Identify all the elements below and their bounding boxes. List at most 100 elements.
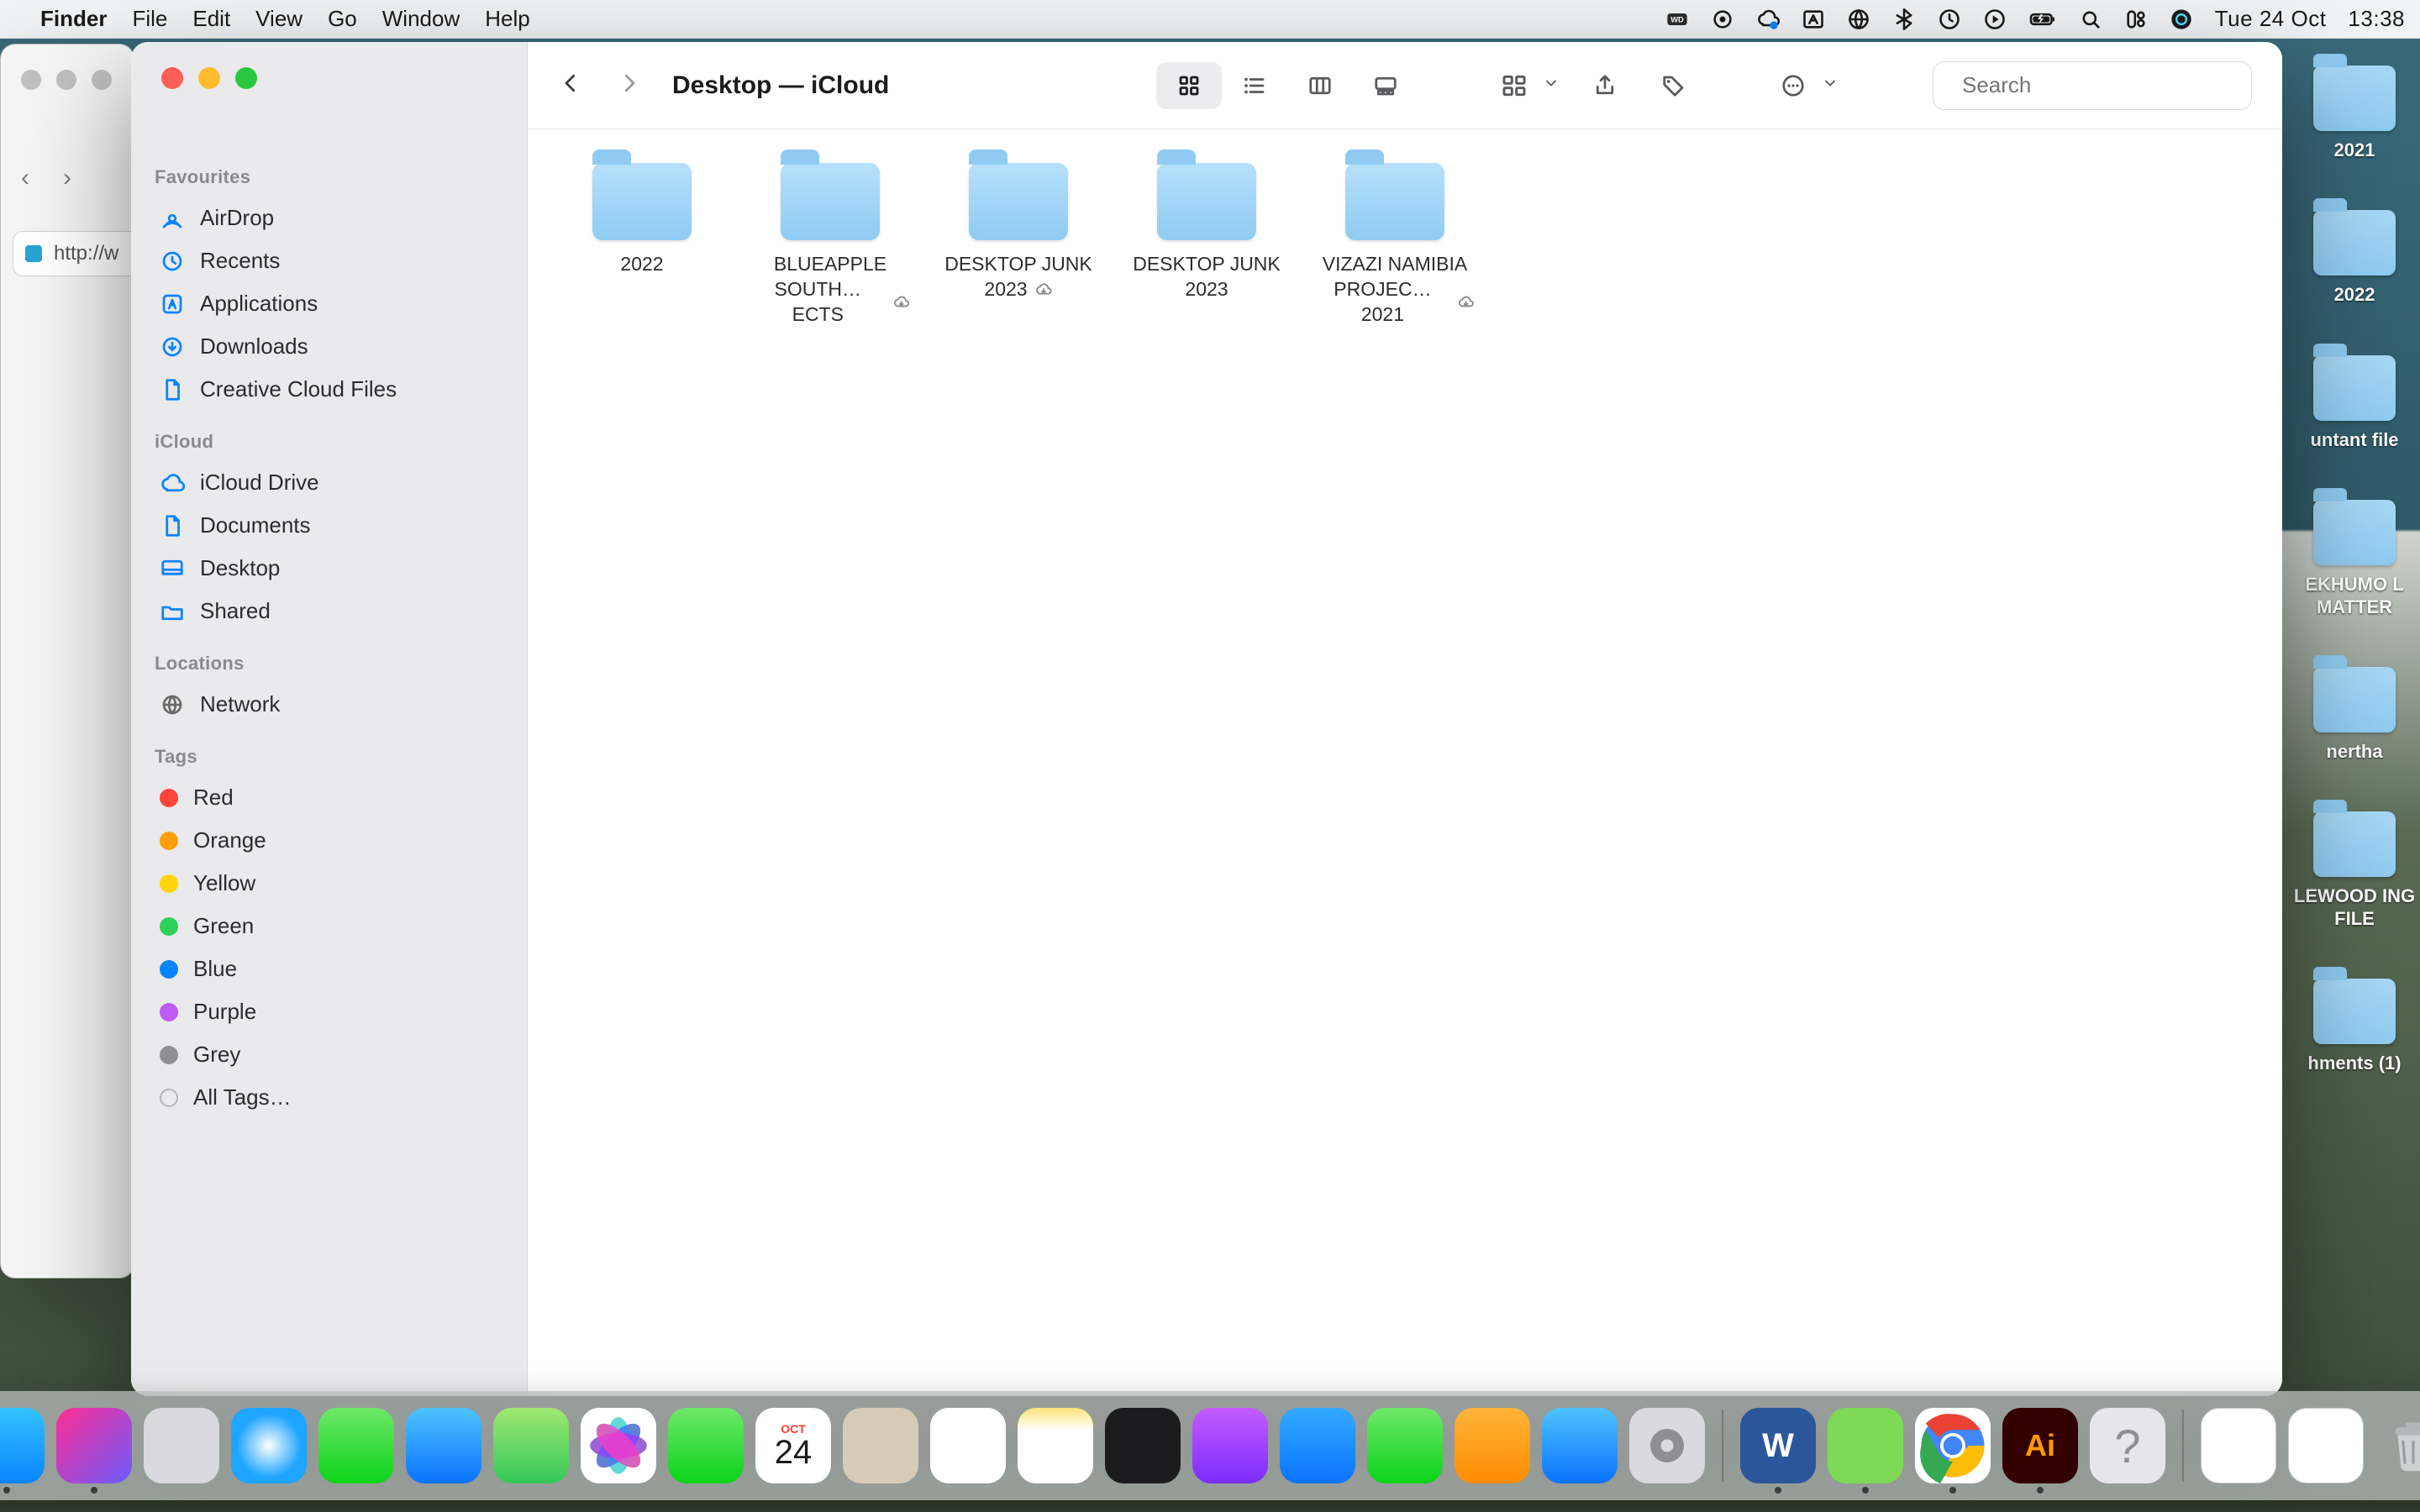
dock-trash[interactable] (2375, 1408, 2420, 1483)
text-input-icon[interactable] (1802, 8, 1825, 31)
search-field[interactable] (1933, 61, 2252, 110)
dock-app-podcasts[interactable] (1192, 1408, 1268, 1483)
sidebar-item-downloads[interactable]: Downloads (151, 325, 507, 368)
dock-app-utorrent[interactable] (1828, 1408, 1903, 1483)
dock-app-chrome[interactable] (1915, 1408, 1991, 1483)
folder-item[interactable]: 2022 (558, 163, 726, 328)
view-columns-button[interactable] (1287, 62, 1353, 109)
forward-button[interactable] (617, 71, 642, 100)
menubar-app-name[interactable]: Finder (40, 6, 107, 32)
dock-app-settings[interactable] (1629, 1408, 1705, 1483)
sidebar-tag-yellow[interactable]: Yellow (151, 862, 507, 905)
sidebar-tag-orange[interactable]: Orange (151, 819, 507, 862)
battery-icon[interactable] (2028, 8, 2057, 31)
timemachine-icon[interactable] (1938, 8, 1961, 31)
bg-browser-nav[interactable]: ‹› (21, 164, 71, 192)
sidebar-tag-blue[interactable]: Blue (151, 948, 507, 990)
record-icon[interactable] (1711, 8, 1734, 31)
sidebar-item-creative-cloud[interactable]: Creative Cloud Files (151, 368, 507, 411)
dock-app-messages[interactable] (318, 1408, 394, 1483)
sidebar-item-applications[interactable]: Applications (151, 282, 507, 325)
play-circle-icon[interactable] (1983, 8, 2007, 31)
sidebar-tag-purple[interactable]: Purple (151, 990, 507, 1033)
desktop-folder[interactable]: nertha (2291, 667, 2417, 763)
sidebar-tag-red[interactable]: Red (151, 776, 507, 819)
dock-app-keynote[interactable] (1280, 1408, 1355, 1483)
folder-item[interactable]: VIZAZI NAMIBIA PROJEC…2021 (1311, 163, 1479, 328)
sidebar-item-iclouddrive[interactable]: iCloud Drive (151, 461, 507, 504)
menu-edit[interactable]: Edit (192, 6, 230, 32)
menu-go[interactable]: Go (328, 6, 357, 32)
desktop-folder[interactable]: 2021 (2291, 66, 2417, 161)
dock-app-reminders[interactable] (930, 1408, 1006, 1483)
folder-grid[interactable]: 2022 BLUEAPPLE SOUTH…ECTS DESKTOP JUNK 2… (528, 129, 2282, 1396)
dock-app-launchpad[interactable] (144, 1408, 219, 1483)
dock-app-pages[interactable] (1455, 1408, 1530, 1483)
siri-icon[interactable] (2170, 8, 2193, 31)
dock-app-mail[interactable] (406, 1408, 481, 1483)
dock-app-maps[interactable] (493, 1408, 569, 1483)
dock-app-help[interactable]: ? (2090, 1408, 2165, 1483)
dock-app-finder[interactable] (0, 1408, 45, 1483)
close-button[interactable] (161, 67, 183, 89)
sidebar-tag-green[interactable]: Green (151, 905, 507, 948)
bluetooth-icon[interactable] (1892, 8, 1916, 31)
desktop-folder[interactable]: LEWOOD ING FILE (2291, 811, 2417, 930)
desktop-folder[interactable]: untant file (2291, 355, 2417, 451)
traffic-lights[interactable] (161, 67, 257, 89)
dock-document[interactable] (2288, 1408, 2364, 1483)
dock-document[interactable] (2201, 1408, 2276, 1483)
sidebar-all-tags[interactable]: All Tags… (151, 1076, 507, 1119)
spotlight-icon[interactable] (2079, 8, 2102, 31)
bg-traffic-lights[interactable] (21, 70, 112, 90)
menu-file[interactable]: File (132, 6, 167, 32)
menu-view[interactable]: View (255, 6, 302, 32)
group-by-button[interactable] (1491, 62, 1538, 109)
view-gallery-button[interactable] (1353, 62, 1418, 109)
sidebar-item-documents[interactable]: Documents (151, 504, 507, 547)
view-list-button[interactable] (1222, 62, 1287, 109)
bg-browser-urlbar[interactable]: http://w (13, 231, 142, 276)
globe-icon[interactable] (1847, 8, 1870, 31)
menubar-time[interactable]: 13:38 (2348, 6, 2405, 32)
view-icons-button[interactable] (1156, 62, 1222, 109)
dock-app-safari[interactable] (231, 1408, 307, 1483)
folder-item[interactable]: DESKTOP JUNK 2023 (1123, 163, 1291, 328)
dock-app-contacts[interactable] (843, 1408, 918, 1483)
dock-app-calendar[interactable]: OCT24 (755, 1408, 831, 1483)
dock-app-illustrator[interactable]: Ai (2002, 1408, 2078, 1483)
menu-help[interactable]: Help (485, 6, 529, 32)
background-browser-window[interactable]: ‹› http://w (0, 44, 134, 1278)
sidebar-item-airdrop[interactable]: AirDrop (151, 197, 507, 239)
share-button[interactable] (1581, 62, 1628, 109)
chevron-down-icon[interactable] (1543, 75, 1560, 96)
dock-app-notes[interactable] (1018, 1408, 1093, 1483)
dock-app-tv[interactable] (1105, 1408, 1181, 1483)
control-center-icon[interactable] (2124, 8, 2148, 31)
sidebar-tag-grey[interactable]: Grey (151, 1033, 507, 1076)
zoom-button[interactable] (235, 67, 257, 89)
desktop-folder[interactable]: EKHUMO L MATTER (2291, 500, 2417, 618)
menu-window[interactable]: Window (382, 6, 460, 32)
tags-button[interactable] (1650, 62, 1697, 109)
dock-app-numbers[interactable] (1367, 1408, 1443, 1483)
cloud-sync-icon[interactable] (1756, 8, 1780, 31)
minimize-button[interactable] (198, 67, 220, 89)
desktop-folder[interactable]: hments (1) (2291, 979, 2417, 1074)
dock-app-photos[interactable] (581, 1408, 656, 1483)
dock-app-appstore[interactable] (1542, 1408, 1618, 1483)
action-menu-button[interactable] (1770, 62, 1817, 109)
sidebar-item-shared[interactable]: Shared (151, 590, 507, 633)
chevron-down-icon[interactable] (1822, 75, 1839, 96)
desktop-folder[interactable]: 2022 (2291, 210, 2417, 306)
folder-item[interactable]: DESKTOP JUNK 2023 (934, 163, 1102, 328)
sidebar-item-desktop[interactable]: Desktop (151, 547, 507, 590)
menubar-date[interactable]: Tue 24 Oct (2215, 6, 2327, 32)
wd-drive-icon[interactable]: WD (1665, 8, 1689, 31)
sidebar-item-network[interactable]: Network (151, 683, 507, 726)
back-button[interactable] (558, 71, 583, 100)
dock-app-shortcuts[interactable] (56, 1408, 132, 1483)
dock-app-word[interactable]: W (1740, 1408, 1816, 1483)
dock-app-facetime[interactable] (668, 1408, 744, 1483)
search-input[interactable] (1962, 72, 2244, 98)
